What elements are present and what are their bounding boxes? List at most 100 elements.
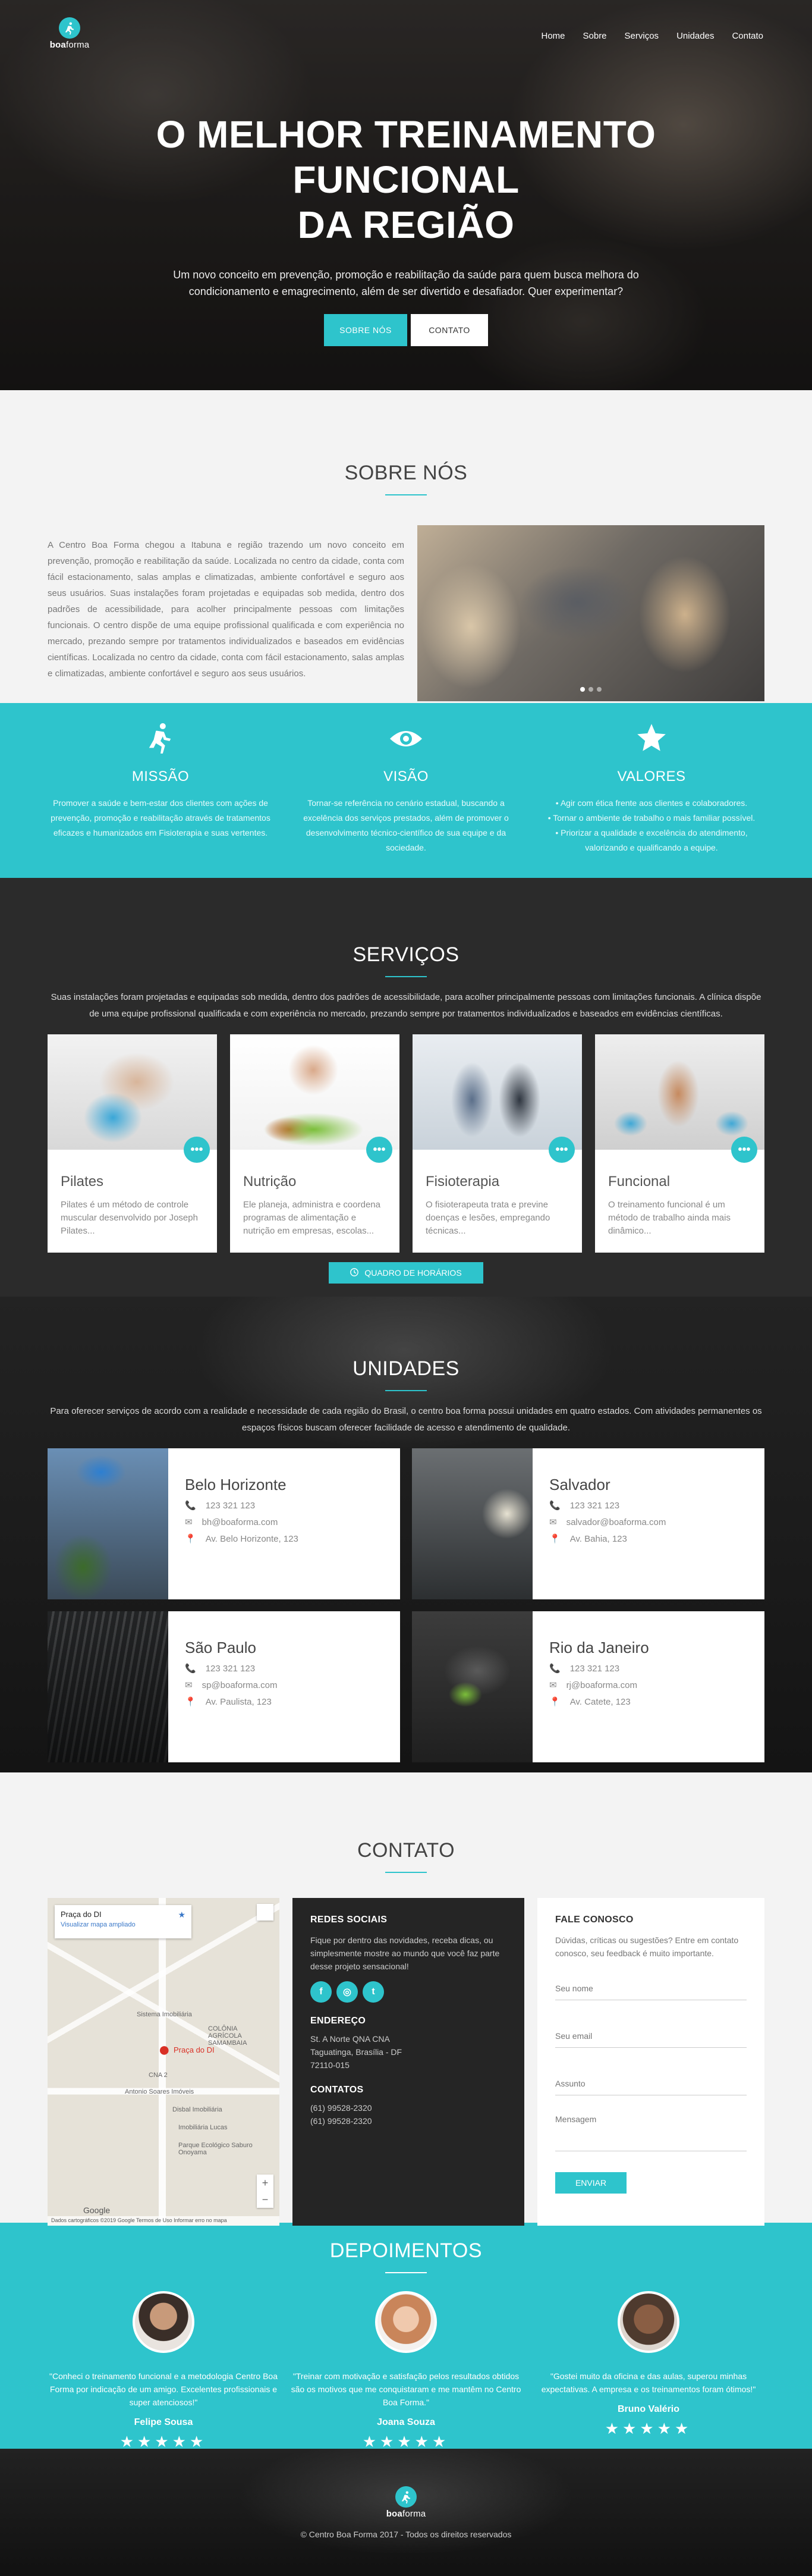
map-label: COLÔNIA AGRÍCOLA SAMAMBAIA	[208, 2025, 247, 2047]
unidades-intro: Para oferecer serviços de acordo com a r…	[50, 1406, 762, 1433]
phone-icon: 📞	[185, 1501, 196, 1511]
brand-name: boaforma	[49, 39, 90, 50]
save-star-icon[interactable]: ★	[178, 1910, 185, 1920]
location-map[interactable]: Praça do DI Visualizar mapa ampliado ★ S…	[48, 1898, 279, 2226]
google-logo: Google	[83, 2205, 111, 2215]
unit-phone: 123 321 123	[205, 1500, 256, 1511]
map-pin-icon[interactable]: ●	[158, 2040, 171, 2060]
unit-name: Salvador	[549, 1476, 610, 1493]
map-fullscreen-button[interactable]	[257, 1904, 273, 1921]
service-card-pilates[interactable]: ••• Pilates Pilates é um método de contr…	[48, 1034, 217, 1253]
unit-name: Rio da Janeiro	[549, 1639, 649, 1656]
hero-title: O MELHOR TREINAMENTO FUNCIONAL DA REGIÃO	[48, 112, 764, 247]
service-card-nutricao[interactable]: ••• Nutrição Ele planeja, administra e c…	[230, 1034, 399, 1253]
card-text: O treinamento funcional é um método de t…	[608, 1200, 731, 1236]
social-text: Fique por dentro das novidades, receba d…	[310, 1935, 500, 1971]
more-button[interactable]: •••	[549, 1137, 575, 1163]
brand-logo[interactable]: boaforma	[49, 17, 90, 50]
instagram-icon[interactable]: ◎	[336, 1981, 358, 2003]
contact-form: FALE CONOSCO Dúvidas, críticas ou sugest…	[537, 1898, 764, 2226]
more-button[interactable]: •••	[731, 1137, 757, 1163]
form-heading: FALE CONOSCO	[555, 1915, 634, 1925]
unit-email[interactable]: bh@boaforma.com	[202, 1517, 278, 1527]
unit-card-sao-paulo: São Paulo 📞 123 321 123 ✉ sp@boaforma.com …	[48, 1611, 400, 1762]
schedule-button[interactable]: QUADRO DE HORÁRIOS	[329, 1262, 483, 1284]
contato-section: CONTATO Praça do DI Visualizar mapa ampl…	[0, 1772, 812, 2226]
unit-image	[48, 1448, 168, 1599]
unit-card-rio-de-janeiro: Rio da Janeiro 📞 123 321 123 ✉ rj@boaforma…	[412, 1611, 764, 1762]
facebook-icon[interactable]: f	[310, 1981, 332, 2003]
nav-sobre[interactable]: Sobre	[583, 31, 607, 41]
message-field[interactable]	[555, 2112, 747, 2151]
phone-icon: 📞	[185, 1664, 196, 1674]
unit-image	[48, 1611, 168, 1762]
carousel-dot[interactable]	[597, 687, 602, 692]
unit-address: Av. Belo Horizonte, 123	[205, 1533, 298, 1544]
name-field[interactable]	[555, 1976, 747, 2000]
valores-block: VALORES • Agir com ética frente aos clie…	[539, 715, 764, 855]
more-button[interactable]: •••	[366, 1137, 392, 1163]
nav-contato[interactable]: Contato	[732, 31, 763, 41]
map-pin-label: Praça do DI	[174, 2045, 215, 2054]
email-icon: ✉	[549, 1517, 557, 1527]
carousel-dot[interactable]	[580, 687, 585, 692]
footer: boaforma © Centro Boa Forma 2017 - Todos…	[0, 2449, 812, 2576]
funcional-image	[595, 1034, 764, 1150]
depoimentos-section: DEPOIMENTOS "Conheci o treinamento funci…	[0, 2223, 812, 2451]
servicos-intro: Suas instalações foram projetadas e equi…	[51, 992, 761, 1019]
map-label: CNA 2	[149, 2072, 168, 2079]
missao-block: MISSÃO Promover a saúde e bem-estar dos …	[48, 715, 273, 855]
unit-email[interactable]: salvador@boaforma.com	[566, 1517, 666, 1527]
sobre-carousel-image[interactable]	[417, 525, 764, 701]
zoom-in-button[interactable]: +	[257, 2175, 273, 2191]
send-button[interactable]: ENVIAR	[555, 2172, 627, 2194]
more-button[interactable]: •••	[184, 1137, 210, 1163]
contato-button[interactable]: CONTATO	[411, 314, 488, 346]
testimonial: "Treinar com motivação e satisfação pelo…	[290, 2291, 522, 2451]
contato-title: CONTATO	[357, 1839, 455, 1862]
email-field[interactable]	[555, 2024, 747, 2048]
valores-text: • Agir com ética frente aos clientes e c…	[547, 798, 756, 852]
address-heading: ENDEREÇO	[310, 2016, 366, 2026]
social-icons: f ◎ t	[310, 1981, 506, 2003]
service-card-funcional[interactable]: ••• Funcional O treinamento funcional é …	[595, 1034, 764, 1253]
zoom-out-button[interactable]: −	[257, 2191, 273, 2208]
phone-icon: 📞	[549, 1664, 561, 1674]
unidades-title: UNIDADES	[353, 1357, 459, 1380]
map-enlarge-link[interactable]: Visualizar mapa ampliado	[61, 1921, 185, 1928]
clock-icon	[350, 1267, 359, 1278]
unit-address: Av. Bahia, 123	[569, 1533, 627, 1544]
card-text: O fisioterapeuta trata e previne doenças…	[426, 1200, 550, 1236]
twitter-icon[interactable]: t	[363, 1981, 384, 2003]
unit-name: São Paulo	[185, 1639, 256, 1656]
visao-block: VISÃO Tornar-se referência no cenário es…	[293, 715, 519, 855]
subject-field[interactable]	[555, 2072, 747, 2095]
nav-home[interactable]: Home	[541, 31, 565, 41]
footer-logo[interactable]: boaforma	[385, 2486, 427, 2519]
unit-image	[412, 1448, 533, 1599]
map-place-card: Praça do DI Visualizar mapa ampliado ★	[55, 1905, 191, 1938]
nav-servicos[interactable]: Serviços	[625, 31, 659, 41]
visao-title: VISÃO	[383, 768, 429, 785]
sobre-nos-button[interactable]: SOBRE NÓS	[324, 314, 407, 346]
card-title: Nutrição	[243, 1174, 297, 1190]
unit-email[interactable]: rj@boaforma.com	[566, 1680, 637, 1690]
testimonial-name: Joana Souza	[377, 2417, 435, 2427]
depoimentos-title: DEPOIMENTOS	[329, 2239, 483, 2262]
social-heading: REDES SOCIAIS	[310, 1915, 388, 1925]
service-card-fisioterapia[interactable]: ••• Fisioterapia O fisioterapeuta trata …	[413, 1034, 582, 1253]
sobre-text: A Centro Boa Forma chegou a Itabuna e re…	[48, 540, 404, 679]
unit-phone: 123 321 123	[569, 1500, 620, 1511]
map-label: Parque Ecológico Saburo Onoyama	[178, 2142, 253, 2156]
title-divider	[385, 2272, 427, 2273]
carousel-dot[interactable]	[588, 687, 593, 692]
location-icon: 📍	[185, 1697, 196, 1707]
sobre-section: SOBRE NÓS A Centro Boa Forma chegou a It…	[0, 390, 812, 703]
carousel-indicators	[580, 687, 602, 692]
nav-unidades[interactable]: Unidades	[676, 31, 714, 41]
title-divider	[385, 494, 427, 495]
testimonial-quote: "Gostei muito da oficina e das aulas, su…	[541, 2371, 756, 2394]
rating-stars: ★★★★★	[362, 2433, 450, 2451]
unit-email[interactable]: sp@boaforma.com	[202, 1680, 278, 1690]
unit-address: Av. Paulista, 123	[205, 1696, 272, 1707]
